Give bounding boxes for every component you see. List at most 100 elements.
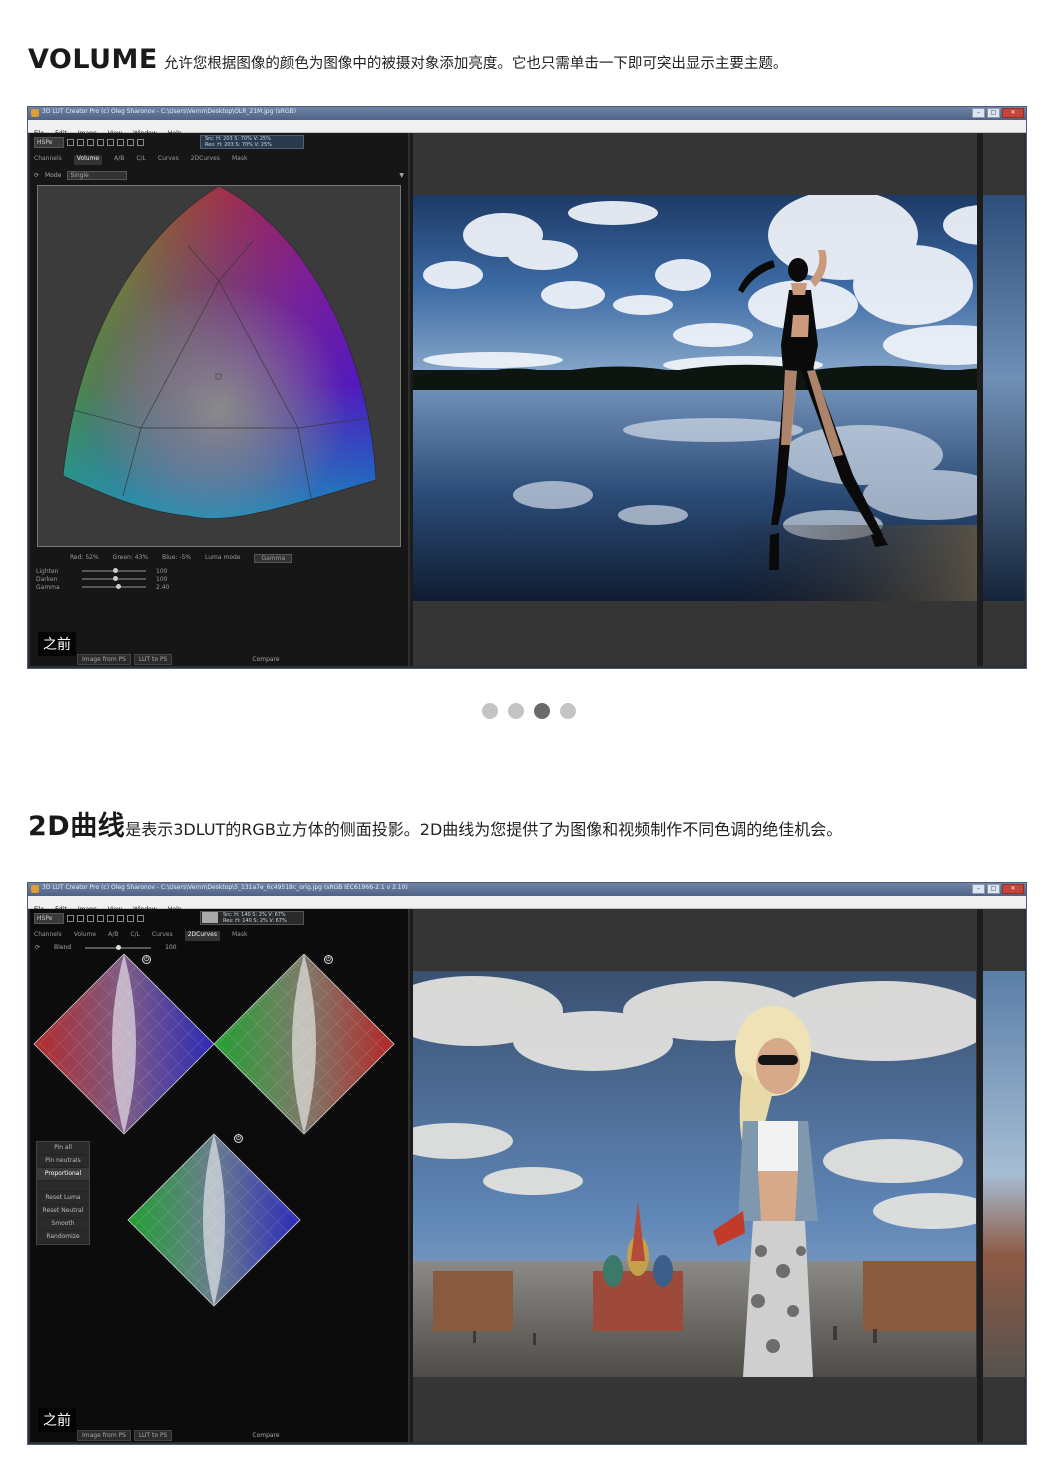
close-icon[interactable]: ✕	[1002, 108, 1024, 118]
color-swatch	[202, 912, 218, 923]
pin-neutrals-button[interactable]: Pin neutrals	[37, 1155, 89, 1168]
image-from-ps-button[interactable]: Image from PS	[77, 653, 131, 665]
reset-icon[interactable]: ⟳	[35, 944, 40, 951]
menu-bar: File Edit Image View Window Help	[28, 120, 1026, 137]
2dcurves-heading: 2D曲线 是表示3DLUT的RGB立方体的侧面投影。2D曲线为您提供了为图像和视…	[28, 804, 842, 843]
slider-knob[interactable]	[116, 584, 121, 589]
window-title: 3D LUT Creator Pro (c) Oleg Sharonov - C…	[42, 108, 297, 115]
before-badge: 之前	[38, 1408, 76, 1432]
slider-label: Darken	[36, 575, 58, 583]
green-red-curve[interactable]	[213, 954, 395, 1135]
compare-button[interactable]: Compare	[252, 656, 279, 663]
reset-icon[interactable]: ⟳	[34, 172, 39, 179]
image-from-ps-button[interactable]: Image from PS	[77, 1429, 131, 1441]
maximize-icon[interactable]: □	[987, 108, 1000, 118]
maximize-icon[interactable]: □	[987, 884, 1000, 894]
slider-knob[interactable]	[116, 944, 122, 950]
luma-mode-select[interactable]: Gamma	[254, 554, 293, 563]
smooth-button[interactable]: Smooth	[37, 1218, 89, 1231]
carousel-dot-3[interactable]	[534, 703, 550, 719]
slider-label: Gamma	[36, 583, 60, 591]
reset-neutral-button[interactable]: Reset Neutral	[37, 1205, 89, 1218]
tab-2dcurves[interactable]: 2DCurves	[184, 931, 220, 941]
slider-knob[interactable]	[113, 568, 118, 573]
tab-volume[interactable]: Volume	[73, 155, 103, 165]
color-space-select[interactable]: HSPe	[34, 912, 64, 924]
pin-all-button[interactable]: Pin all	[37, 1142, 89, 1155]
darken-slider[interactable]	[82, 576, 146, 581]
volume-color-wheel[interactable]	[37, 185, 401, 547]
mode-select[interactable]: Single	[67, 170, 128, 180]
info-res: Res: H: 203 S: 70% V: 25%	[205, 142, 272, 148]
blend-value: 100	[165, 944, 177, 951]
grid-icon[interactable]	[137, 914, 144, 922]
tab-channels[interactable]: Channels	[34, 155, 62, 165]
app-icon	[31, 885, 39, 893]
blend-slider[interactable]	[85, 944, 152, 950]
power-icon[interactable]: ⏻	[142, 955, 151, 964]
channel-readout: Red: 52% Green: 43% Blue: -5% Luma mode …	[70, 554, 293, 563]
compare-button[interactable]: Compare	[252, 1432, 279, 1439]
slider-row-darken: Darken 100	[36, 575, 169, 583]
tab-cl[interactable]: C/L	[130, 931, 140, 941]
carousel-dot-4[interactable]	[560, 703, 576, 719]
move-tool-icon[interactable]	[67, 914, 74, 922]
toolbar: HSPe	[34, 136, 144, 148]
lighten-slider[interactable]	[82, 568, 146, 573]
tab-2dcurves[interactable]: 2DCurves	[191, 155, 220, 165]
control-panel: HSPe Src: H: 140 S: 2% V: 67% Res: H: 14…	[30, 909, 408, 1442]
panel-menu-icon[interactable]: ▼	[399, 172, 404, 179]
proportional-button[interactable]: Proportional	[37, 1168, 89, 1181]
randomize-button[interactable]: Randomize	[37, 1231, 89, 1244]
lut-to-ps-button[interactable]: LUT to PS	[134, 1429, 173, 1441]
tab-curves[interactable]: Curves	[158, 155, 179, 165]
color-space-select[interactable]: HSPe	[34, 136, 64, 148]
select-tool-icon[interactable]	[97, 914, 104, 922]
power-icon[interactable]: ⏻	[234, 1134, 243, 1143]
minimize-icon[interactable]: –	[972, 108, 985, 118]
green-blue-curve[interactable]	[127, 1133, 301, 1307]
tab-ab[interactable]: A/B	[108, 931, 118, 941]
red-blue-curve[interactable]	[33, 954, 215, 1135]
bottom-bar: Image from PS LUT to PS Compare	[30, 1428, 408, 1442]
carousel-dot-1[interactable]	[482, 703, 498, 719]
select-tool-icon[interactable]	[97, 138, 104, 146]
tab-mask[interactable]: Mask	[232, 155, 247, 165]
volume-sliders: Lighten 100 Darken 100 Gamma 2.40	[36, 567, 169, 591]
zoom-icon[interactable]	[117, 914, 124, 922]
lut-to-ps-button[interactable]: LUT to PS	[134, 653, 173, 665]
bottom-bar: Image from PS LUT to PS Compare	[30, 652, 408, 666]
2dcurves-keyword: 2D曲线	[28, 811, 126, 842]
grid-icon[interactable]	[137, 138, 144, 146]
tab-volume[interactable]: Volume	[74, 931, 96, 941]
window-titlebar: 3D LUT Creator Pro (c) Oleg Sharonov - C…	[28, 883, 1026, 896]
crosshair-tool-icon[interactable]	[77, 914, 84, 922]
reset-luma-button[interactable]: Reset Luma	[37, 1192, 89, 1205]
carousel-dot-2[interactable]	[508, 703, 524, 719]
gamma-slider[interactable]	[82, 584, 146, 589]
move-tool-icon[interactable]	[67, 138, 74, 146]
slider-row-gamma: Gamma 2.40	[36, 583, 169, 591]
expand-tool-icon[interactable]	[87, 914, 94, 922]
tab-channels[interactable]: Channels	[34, 931, 62, 941]
expand-tool-icon[interactable]	[87, 138, 94, 146]
tab-ab[interactable]: A/B	[114, 155, 124, 165]
eyedropper-icon[interactable]	[107, 138, 114, 146]
volume-graph[interactable]	[38, 186, 400, 546]
readout-green: Green: 43%	[112, 554, 149, 561]
tab-curves[interactable]: Curves	[152, 931, 173, 941]
power-icon[interactable]: ⏻	[324, 955, 333, 964]
luma-mode-label: Luma mode	[205, 554, 241, 561]
window-titlebar: 3D LUT Creator Pro (c) Oleg Sharonov - C…	[28, 107, 1026, 120]
eyedropper-icon[interactable]	[107, 914, 114, 922]
tab-cl[interactable]: C/L	[136, 155, 146, 165]
2d-curves-graphs[interactable]	[30, 954, 408, 1314]
slider-knob[interactable]	[113, 576, 118, 581]
zoom-icon[interactable]	[117, 138, 124, 146]
frame-icon[interactable]	[127, 914, 134, 922]
minimize-icon[interactable]: –	[972, 884, 985, 894]
close-icon[interactable]: ✕	[1002, 884, 1024, 894]
frame-icon[interactable]	[127, 138, 134, 146]
tab-mask[interactable]: Mask	[232, 931, 247, 941]
crosshair-tool-icon[interactable]	[77, 138, 84, 146]
